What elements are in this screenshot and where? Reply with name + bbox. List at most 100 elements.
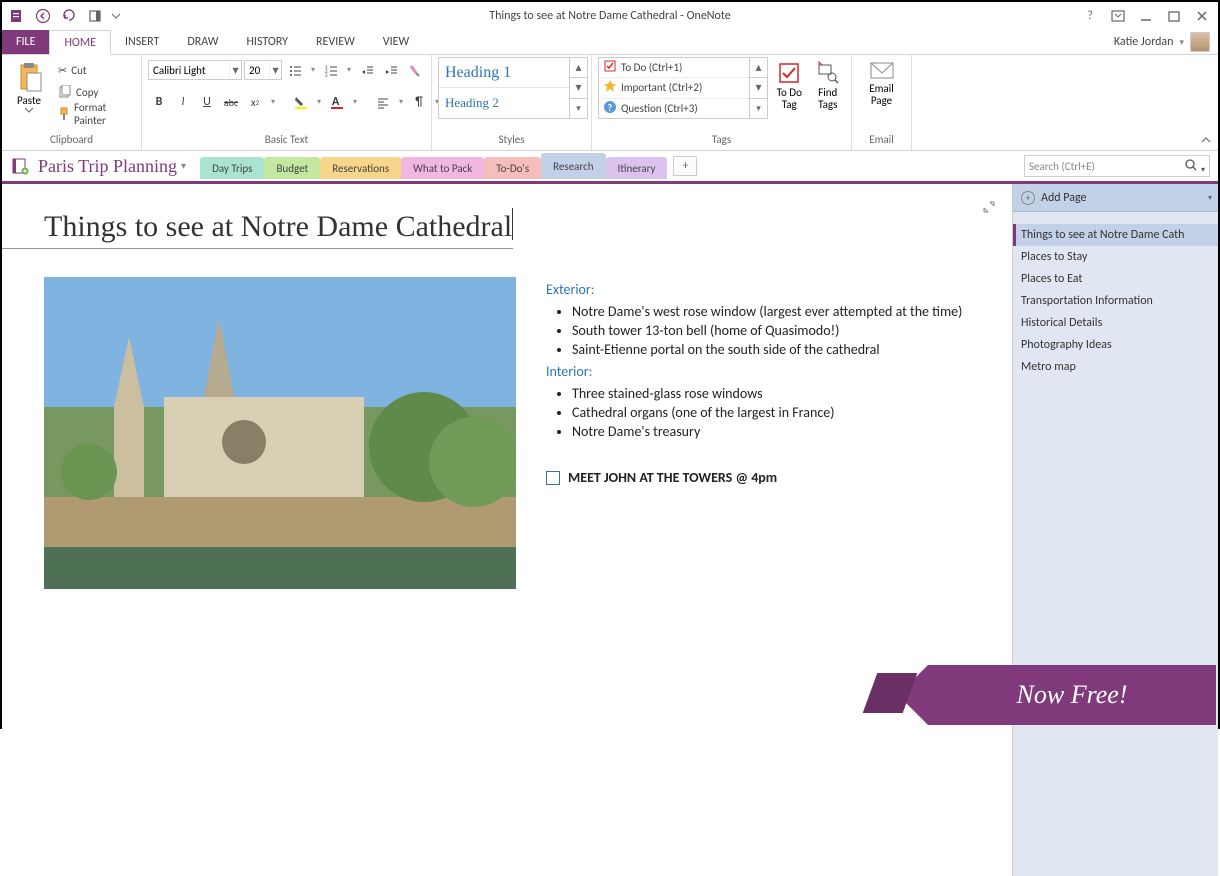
copy-icon bbox=[58, 85, 72, 99]
copy-button[interactable]: Copy bbox=[54, 81, 135, 103]
style-heading2[interactable]: Heading 2 bbox=[439, 88, 569, 118]
section-tab[interactable]: Research bbox=[541, 153, 605, 179]
file-tab[interactable]: FILE bbox=[2, 30, 49, 54]
menu-tab-draw[interactable]: DRAW bbox=[173, 30, 232, 54]
menu-tab-review[interactable]: REVIEW bbox=[302, 30, 369, 54]
font-size-select[interactable]: 20▾ bbox=[244, 60, 282, 80]
tags-down-icon[interactable]: ▾ bbox=[750, 78, 767, 98]
plus-icon: + bbox=[1021, 191, 1035, 205]
list-item[interactable]: Three stained-glass rose windows bbox=[572, 384, 962, 403]
list-item[interactable]: Notre Dame's west rose window (largest e… bbox=[572, 302, 962, 321]
scissors-icon: ✂ bbox=[58, 64, 67, 77]
bold-button[interactable]: B bbox=[148, 91, 170, 113]
svg-text:A: A bbox=[332, 95, 340, 109]
section-tab[interactable]: To-Do's bbox=[484, 157, 541, 179]
expand-icon[interactable] bbox=[982, 200, 996, 218]
page-list-item[interactable]: Things to see at Notre Dame Cath bbox=[1013, 224, 1218, 246]
tags-more-icon[interactable]: ▾ bbox=[750, 99, 767, 118]
chevron-down-icon[interactable]: ▾ bbox=[229, 63, 241, 78]
page-list-item[interactable]: Places to Eat bbox=[1013, 268, 1218, 290]
search-input[interactable]: Search (Ctrl+E) ▾ bbox=[1024, 155, 1210, 177]
indent-button[interactable] bbox=[380, 59, 402, 81]
list-item[interactable]: Notre Dame's treasury bbox=[572, 422, 962, 441]
notebook-title[interactable]: Paris Trip Planning ▾ bbox=[34, 156, 190, 177]
group-label-email: Email bbox=[858, 133, 905, 148]
page-list-item[interactable]: Photography Ideas bbox=[1013, 334, 1218, 356]
paragraph-mark-icon[interactable]: ¶ bbox=[408, 91, 430, 113]
bullets-button[interactable] bbox=[284, 59, 306, 81]
avatar[interactable] bbox=[1190, 32, 1210, 52]
chevron-down-icon[interactable]: ▾ bbox=[1208, 193, 1218, 203]
page-title[interactable]: Things to see at Notre Dame Cathedral bbox=[2, 184, 513, 249]
styles-more-icon[interactable]: ▾ bbox=[570, 99, 587, 118]
clear-format-button[interactable] bbox=[404, 59, 426, 81]
user-name[interactable]: Katie Jordan bbox=[1114, 35, 1174, 49]
group-label-clipboard: Clipboard bbox=[8, 133, 135, 148]
page-list-item[interactable]: Historical Details bbox=[1013, 312, 1218, 334]
highlight-button[interactable] bbox=[290, 91, 312, 113]
page-area[interactable]: Things to see at Notre Dame Cathedral bbox=[2, 184, 1012, 876]
numbering-button[interactable]: 123 bbox=[320, 59, 342, 81]
section-tab[interactable]: What to Pack bbox=[401, 157, 484, 179]
subscript-button[interactable]: x2 bbox=[244, 91, 266, 113]
interior-header: Interior: bbox=[546, 363, 962, 380]
svg-text:?: ? bbox=[608, 101, 613, 114]
section-tab[interactable]: Reservations bbox=[320, 157, 401, 179]
brush-icon bbox=[58, 107, 70, 121]
styles-down-icon[interactable]: ▾ bbox=[570, 78, 587, 98]
menu-bar: FILE HOMEINSERTDRAWHISTORYREVIEWVIEW Kat… bbox=[2, 30, 1218, 55]
find-tags-button[interactable]: Find Tags bbox=[811, 57, 846, 111]
page-list-item[interactable]: Metro map bbox=[1013, 356, 1218, 378]
section-tab[interactable]: Day Trips bbox=[200, 157, 264, 179]
chevron-down-icon[interactable]: ▾ bbox=[269, 63, 281, 78]
tag-icon: ? bbox=[603, 100, 617, 117]
note-text[interactable]: Exterior: Notre Dame's west rose window … bbox=[546, 277, 962, 589]
todo-checkbox[interactable] bbox=[546, 471, 560, 485]
format-painter-button[interactable]: Format Painter bbox=[54, 103, 135, 125]
collapse-ribbon-icon[interactable] bbox=[1198, 132, 1214, 148]
page-list-item[interactable]: Transportation Information bbox=[1013, 290, 1218, 312]
underline-button[interactable]: U bbox=[196, 91, 218, 113]
style-heading1[interactable]: Heading 1 bbox=[439, 58, 569, 88]
align-button[interactable] bbox=[372, 91, 394, 113]
tag-item[interactable]: To Do (Ctrl+1) bbox=[599, 58, 749, 78]
tags-up-icon[interactable]: ▴ bbox=[750, 58, 767, 78]
font-color-button[interactable]: A bbox=[326, 91, 348, 113]
chevron-down-icon[interactable]: ▾ bbox=[268, 91, 278, 113]
section-tab[interactable]: Budget bbox=[264, 157, 320, 179]
styles-up-icon[interactable]: ▴ bbox=[570, 58, 587, 78]
chevron-down-icon[interactable]: ▾ bbox=[396, 91, 406, 113]
font-name-select[interactable]: Calibri Light▾ bbox=[148, 60, 242, 80]
menu-tab-view[interactable]: VIEW bbox=[369, 30, 423, 54]
add-page-button[interactable]: + Add Page ▾ bbox=[1013, 184, 1218, 212]
menu-tab-history[interactable]: HISTORY bbox=[232, 30, 302, 54]
strike-button[interactable]: abc bbox=[220, 91, 242, 113]
tag-item[interactable]: Important (Ctrl+2) bbox=[599, 78, 749, 98]
page-list-item[interactable]: Places to Stay bbox=[1013, 246, 1218, 268]
list-item[interactable]: Cathedral organs (one of the largest in … bbox=[572, 403, 962, 422]
search-icon[interactable]: ▾ bbox=[1184, 158, 1205, 175]
outdent-button[interactable] bbox=[356, 59, 378, 81]
section-tab[interactable]: Itinerary bbox=[606, 157, 668, 179]
tag-item[interactable]: ?Question (Ctrl+3) bbox=[599, 99, 749, 118]
notebook-icon[interactable] bbox=[10, 156, 30, 176]
inserted-image[interactable] bbox=[44, 277, 516, 589]
chevron-down-icon[interactable]: ▾ bbox=[350, 91, 360, 113]
add-section-button[interactable]: + bbox=[673, 156, 697, 176]
paste-button[interactable]: Paste bbox=[8, 57, 50, 113]
cut-button[interactable]: ✂Cut bbox=[54, 59, 135, 81]
italic-button[interactable]: I bbox=[172, 91, 194, 113]
list-item[interactable]: Saint-Etienne portal on the south side o… bbox=[572, 340, 962, 359]
menu-tab-insert[interactable]: INSERT bbox=[111, 30, 173, 54]
group-label-basictext: Basic Text bbox=[148, 133, 425, 148]
todo-tag-button[interactable]: To Do Tag bbox=[772, 57, 807, 111]
chevron-down-icon[interactable]: ▾ bbox=[314, 91, 324, 113]
chevron-down-icon[interactable]: ▾ bbox=[344, 59, 354, 81]
chevron-down-icon[interactable]: ▾ bbox=[308, 59, 318, 81]
list-item[interactable]: South tower 13-ton bell (home of Quasimo… bbox=[572, 321, 962, 340]
chevron-down-icon[interactable]: ▾ bbox=[181, 161, 186, 172]
chevron-down-icon[interactable]: ▾ bbox=[1179, 37, 1184, 48]
menu-tab-home[interactable]: HOME bbox=[49, 30, 111, 55]
title-bar: Things to see at Notre Dame Cathedral - … bbox=[2, 2, 1218, 30]
email-page-button[interactable]: Email Page bbox=[858, 57, 905, 107]
